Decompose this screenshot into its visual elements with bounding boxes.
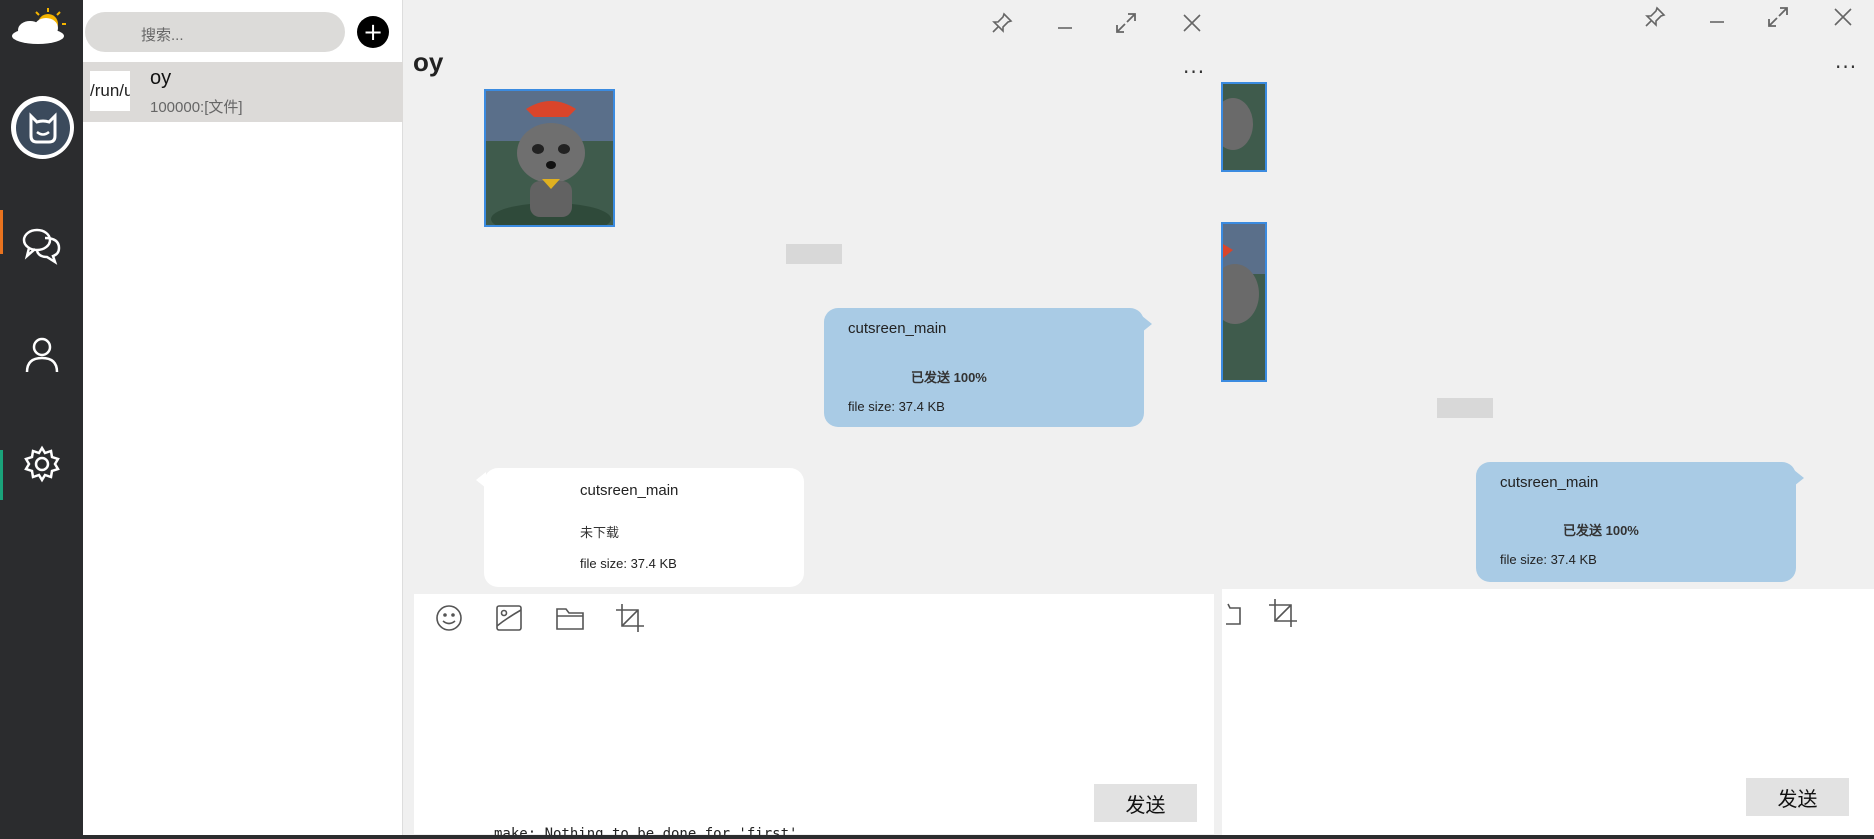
file-message-outgoing[interactable]: cutsreen_main 已发送 100% file size: 37.4 K… xyxy=(1476,462,1796,582)
file-size: file size: 37.4 KB xyxy=(848,399,945,414)
nav-rail xyxy=(0,0,83,835)
file-status: 已发送 100% xyxy=(1563,523,1639,538)
pin-icon[interactable] xyxy=(1640,2,1670,32)
add-contact-button[interactable]: + xyxy=(357,16,389,48)
maximize-icon[interactable] xyxy=(1111,8,1141,38)
image-message[interactable] xyxy=(1221,222,1267,382)
file-message-incoming[interactable]: cutsreen_main 未下载 file size: 37.4 KB xyxy=(484,468,804,587)
screenshot-crop-icon[interactable] xyxy=(1268,598,1298,628)
weather-logo-icon xyxy=(8,6,74,44)
wolf-image xyxy=(1223,224,1265,380)
file-status: 已发送 100% xyxy=(911,370,987,385)
secondary-marker xyxy=(0,450,3,500)
contact-name: oy xyxy=(150,67,172,89)
user-avatar[interactable] xyxy=(11,96,74,159)
settings-gear-icon[interactable] xyxy=(20,442,64,486)
send-button[interactable]: 发送 xyxy=(1746,778,1849,816)
image-icon[interactable] xyxy=(494,603,524,633)
more-options-button[interactable]: ... xyxy=(1183,54,1205,78)
contacts-nav-icon[interactable] xyxy=(20,332,64,376)
file-name: cutsreen_main xyxy=(848,320,947,337)
app-root: 搜索... + /run/u oy 100000:[文件] oy ... cut… xyxy=(0,0,1874,839)
minimize-icon[interactable] xyxy=(1702,2,1732,32)
file-name: cutsreen_main xyxy=(580,482,679,499)
send-button[interactable]: 发送 xyxy=(1094,784,1197,822)
bottom-bar xyxy=(0,835,1874,839)
more-options-button[interactable]: ... xyxy=(1835,49,1857,73)
bubble-tail xyxy=(1142,316,1152,332)
folder-icon[interactable] xyxy=(555,603,585,633)
file-message-outgoing[interactable]: cutsreen_main 已发送 100% file size: 37.4 K… xyxy=(824,308,1144,427)
wolf-image xyxy=(486,91,613,225)
close-icon[interactable] xyxy=(1828,2,1858,32)
chat-title: oy xyxy=(413,47,444,77)
timestamp-divider xyxy=(786,244,842,264)
screenshot-crop-icon[interactable] xyxy=(615,603,645,633)
file-size: file size: 37.4 KB xyxy=(580,556,677,571)
file-status: 未下载 xyxy=(580,525,620,540)
close-icon[interactable] xyxy=(1177,8,1207,38)
file-size: file size: 37.4 KB xyxy=(1500,552,1597,567)
file-name: cutsreen_main xyxy=(1500,474,1599,491)
timestamp-divider xyxy=(1437,398,1493,418)
pin-icon[interactable] xyxy=(987,8,1017,38)
contact-thumbnail: /run/u xyxy=(90,71,130,111)
search-input[interactable]: 搜索... xyxy=(85,12,345,52)
image-message[interactable] xyxy=(1221,82,1267,172)
bubble-tail xyxy=(476,472,486,488)
contact-item[interactable]: /run/u oy 100000:[文件] xyxy=(83,62,403,122)
bubble-tail xyxy=(1794,470,1804,486)
contact-last-message: 100000:[文件] xyxy=(150,99,243,116)
image-message[interactable] xyxy=(484,89,615,227)
active-marker xyxy=(0,210,3,254)
cat-face-icon xyxy=(15,100,70,155)
chat-nav-icon[interactable] xyxy=(20,223,64,267)
folder-icon[interactable] xyxy=(1215,598,1245,628)
maximize-icon[interactable] xyxy=(1763,2,1793,32)
contact-list-panel: 搜索... + /run/u oy 100000:[文件] xyxy=(83,0,403,835)
minimize-icon[interactable] xyxy=(1050,8,1080,38)
emoji-icon[interactable] xyxy=(434,603,464,633)
wolf-image xyxy=(1223,84,1265,170)
